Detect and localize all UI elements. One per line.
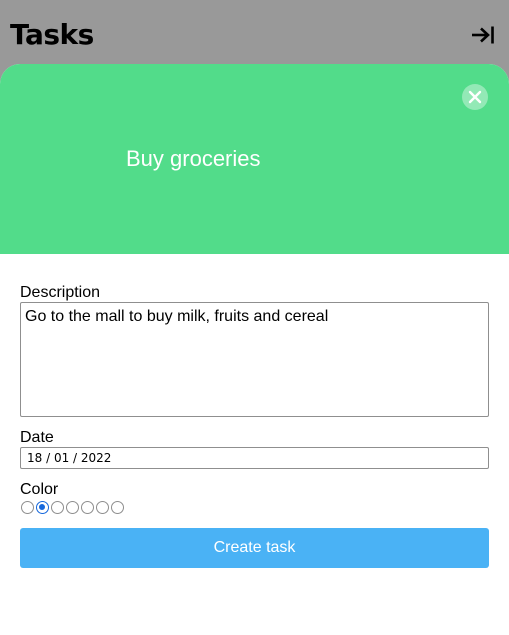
task-title: Buy groceries: [126, 146, 261, 171]
create-task-button[interactable]: Create task: [20, 528, 489, 568]
color-option-radio[interactable]: [21, 501, 34, 514]
color-option-radio[interactable]: [96, 501, 109, 514]
color-option-radio[interactable]: [36, 501, 49, 514]
description-field[interactable]: Go to the mall to buy milk, fruits and c…: [20, 302, 489, 417]
arrow-right-to-bar-icon: [472, 26, 494, 44]
color-label: Color: [20, 481, 59, 498]
task-sheet: Buy groceries Description Go to the mall…: [0, 64, 509, 635]
date-field[interactable]: [20, 447, 489, 469]
color-option-radio[interactable]: [81, 501, 94, 514]
description-label: Description: [20, 284, 101, 301]
app-header: Tasks: [0, 0, 509, 64]
logout-button[interactable]: [470, 24, 496, 46]
color-option-radio[interactable]: [66, 501, 79, 514]
close-button[interactable]: [462, 84, 488, 110]
color-picker: [20, 500, 489, 516]
date-label: Date: [20, 429, 54, 446]
page-title: Tasks: [10, 18, 94, 51]
task-form: Description Go to the mall to buy milk, …: [20, 284, 489, 568]
color-option-radio[interactable]: [51, 501, 64, 514]
task-color-banner: Buy groceries: [0, 64, 509, 254]
color-option-radio[interactable]: [111, 501, 124, 514]
close-icon: [468, 90, 482, 104]
